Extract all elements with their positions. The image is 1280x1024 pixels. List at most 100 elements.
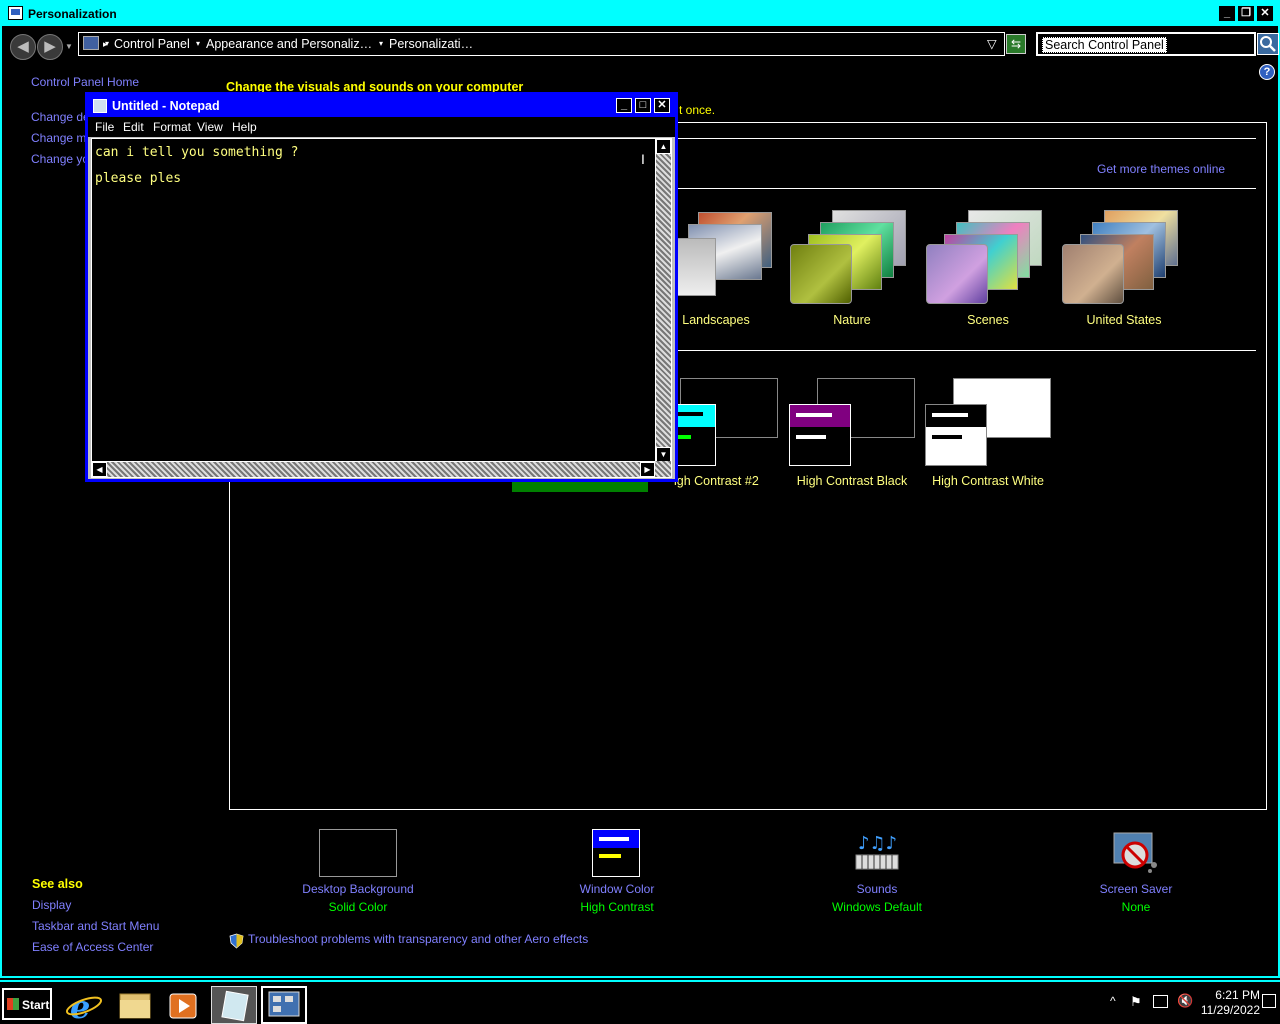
screen-saver-link[interactable]: Screen Saver <box>1051 882 1221 896</box>
windows-logo-icon <box>7 998 19 1010</box>
breadcrumb-appearance[interactable]: Appearance and Personaliz… <box>206 37 372 51</box>
desktop-background-icon[interactable] <box>319 829 397 877</box>
refresh-button[interactable]: ⇆ <box>1006 34 1026 54</box>
notepad-close-button[interactable]: ✕ <box>654 98 670 113</box>
notepad-minimize-button[interactable]: _ <box>616 98 632 113</box>
crumb-sep-icon: ▾ <box>196 39 201 48</box>
maximize-button[interactable]: ❐ <box>1238 6 1254 21</box>
menu-edit[interactable]: Edit <box>123 120 144 134</box>
search-placeholder: Search Control Panel <box>1042 37 1167 53</box>
close-button[interactable]: ✕ <box>1257 6 1273 21</box>
show-desktop-button[interactable] <box>1262 994 1276 1008</box>
divider <box>678 350 1256 351</box>
address-dropdown-icon[interactable]: ▽ <box>987 36 997 51</box>
forward-button[interactable]: ▶ <box>37 34 63 60</box>
theme-scenes[interactable] <box>926 208 1056 328</box>
scroll-down-button[interactable]: ▼ <box>656 447 671 462</box>
see-also-ease-of-access-link[interactable]: Ease of Access Center <box>32 940 153 954</box>
start-button[interactable]: Start <box>2 988 52 1020</box>
window-color-icon[interactable] <box>592 829 640 877</box>
notepad-taskbar-button[interactable] <box>211 986 257 1024</box>
scroll-right-button[interactable]: ▶ <box>640 462 655 477</box>
menu-file[interactable]: File <box>95 120 114 134</box>
horizontal-scrollbar[interactable]: ◀ ▶ <box>92 461 655 477</box>
see-also-taskbar-link[interactable]: Taskbar and Start Menu <box>32 919 159 933</box>
sounds-value[interactable]: Windows Default <box>792 900 962 914</box>
see-also-display-link[interactable]: Display <box>32 898 71 912</box>
theme-nature[interactable] <box>790 208 920 328</box>
notepad-text-area[interactable]: can i tell you something ? please ples I… <box>91 138 672 478</box>
notepad-maximize-button[interactable]: □ <box>635 98 651 113</box>
divider <box>678 188 1256 189</box>
get-more-themes-link[interactable]: Get more themes online <box>1097 162 1225 176</box>
theme-high-contrast-2[interactable] <box>670 378 780 468</box>
page-subtext: t once. <box>679 103 716 117</box>
theme-label: Scenes <box>967 313 1009 327</box>
sounds-link[interactable]: Sounds <box>792 882 962 896</box>
sidebar-link-desktop-icons[interactable]: Change de <box>31 110 90 124</box>
clock-date: 11/29/2022 <box>1200 1003 1260 1017</box>
svg-text:e: e <box>70 988 90 1024</box>
shield-icon <box>229 933 244 949</box>
desktop-background-link[interactable]: Desktop Background <box>273 882 443 896</box>
sidebar-link-account-picture[interactable]: Change yo <box>31 152 89 166</box>
theme-united-states[interactable] <box>1062 208 1192 328</box>
screen-saver-icon[interactable] <box>1110 829 1160 877</box>
divider <box>678 138 1256 139</box>
notepad-window[interactable]: Untitled - Notepad _ □ ✕ File Edit Forma… <box>85 92 678 482</box>
menu-view[interactable]: View <box>197 120 223 134</box>
menu-help[interactable]: Help <box>232 120 257 134</box>
help-icon[interactable]: ? <box>1259 64 1275 80</box>
personalization-icon <box>8 6 23 20</box>
breadcrumb[interactable]: ▸ ▾ Control Panel ▾ Appearance and Perso… <box>78 32 1005 56</box>
notepad-title-bar[interactable]: Untitled - Notepad _ □ ✕ <box>88 95 675 117</box>
network-icon[interactable] <box>1153 995 1168 1008</box>
clock-time: 6:21 PM <box>1215 988 1260 1002</box>
show-hidden-icons-icon[interactable]: ^ <box>1110 994 1116 1008</box>
desktop-background-value[interactable]: Solid Color <box>273 900 443 914</box>
troubleshoot-aero-link[interactable]: Troubleshoot problems with transparency … <box>248 932 588 946</box>
action-center-flag-icon[interactable]: ⚑ <box>1130 994 1142 1010</box>
notepad-menu-bar: File Edit Format View Help <box>88 117 675 137</box>
search-icon[interactable] <box>1257 33 1279 55</box>
sounds-icon[interactable]: ♪♫♪ <box>852 829 902 877</box>
volume-muted-icon[interactable]: 🔇 <box>1177 993 1193 1009</box>
search-input[interactable]: Search Control Panel <box>1036 32 1256 56</box>
notepad-text: can i tell you something ? please ples <box>95 145 299 186</box>
window-color-value[interactable]: High Contrast <box>532 900 702 914</box>
file-explorer-icon[interactable] <box>112 986 158 1024</box>
breadcrumb-personalization[interactable]: Personalizati… <box>389 37 473 51</box>
vertical-scrollbar[interactable]: ▲ ▼ <box>655 139 671 462</box>
theme-label: High Contrast White <box>932 474 1044 488</box>
clock[interactable]: 6:21 PM 11/29/2022 <box>1201 988 1260 1018</box>
scroll-left-button[interactable]: ◀ <box>92 462 107 477</box>
resize-grip-icon[interactable] <box>655 461 671 477</box>
theme-landscapes[interactable] <box>670 208 780 328</box>
scroll-up-button[interactable]: ▲ <box>656 139 671 154</box>
theme-label: Nature <box>833 313 871 327</box>
window-title: Personalization <box>28 7 117 21</box>
screen-saver-value[interactable]: None <box>1051 900 1221 914</box>
back-button[interactable]: ◀ <box>10 34 36 60</box>
see-also-heading: See also <box>32 877 83 891</box>
menu-format[interactable]: Format <box>153 120 191 134</box>
breadcrumb-control-panel[interactable]: Control Panel <box>114 37 190 51</box>
taskbar: Start e ^ ⚑ 🔇 6:21 PM 11/29/2022 <box>0 980 1280 1024</box>
minimize-button[interactable]: _ <box>1219 6 1235 21</box>
notepad-icon <box>93 99 107 113</box>
theme-high-contrast-black[interactable] <box>789 378 919 468</box>
internet-explorer-icon[interactable]: e <box>62 986 108 1024</box>
window-color-link[interactable]: Window Color <box>532 882 702 896</box>
title-bar[interactable]: Personalization _ ❐ ✕ <box>2 2 1278 26</box>
media-player-icon[interactable] <box>160 986 206 1024</box>
sidebar-link-mouse-pointers[interactable]: Change mo <box>31 131 93 145</box>
theme-label: High Contrast Black <box>796 474 908 488</box>
control-panel-home-link[interactable]: Control Panel Home <box>31 75 139 89</box>
control-panel-icon <box>83 36 99 50</box>
control-panel-taskbar-button[interactable] <box>261 986 307 1024</box>
recent-pages-arrow-icon[interactable]: ▼ <box>65 42 73 51</box>
notepad-title: Untitled - Notepad <box>112 99 220 113</box>
theme-high-contrast-white[interactable] <box>925 378 1055 468</box>
crumb-sep-icon: ▾ <box>379 39 384 48</box>
text-cursor-icon: I <box>641 151 645 167</box>
